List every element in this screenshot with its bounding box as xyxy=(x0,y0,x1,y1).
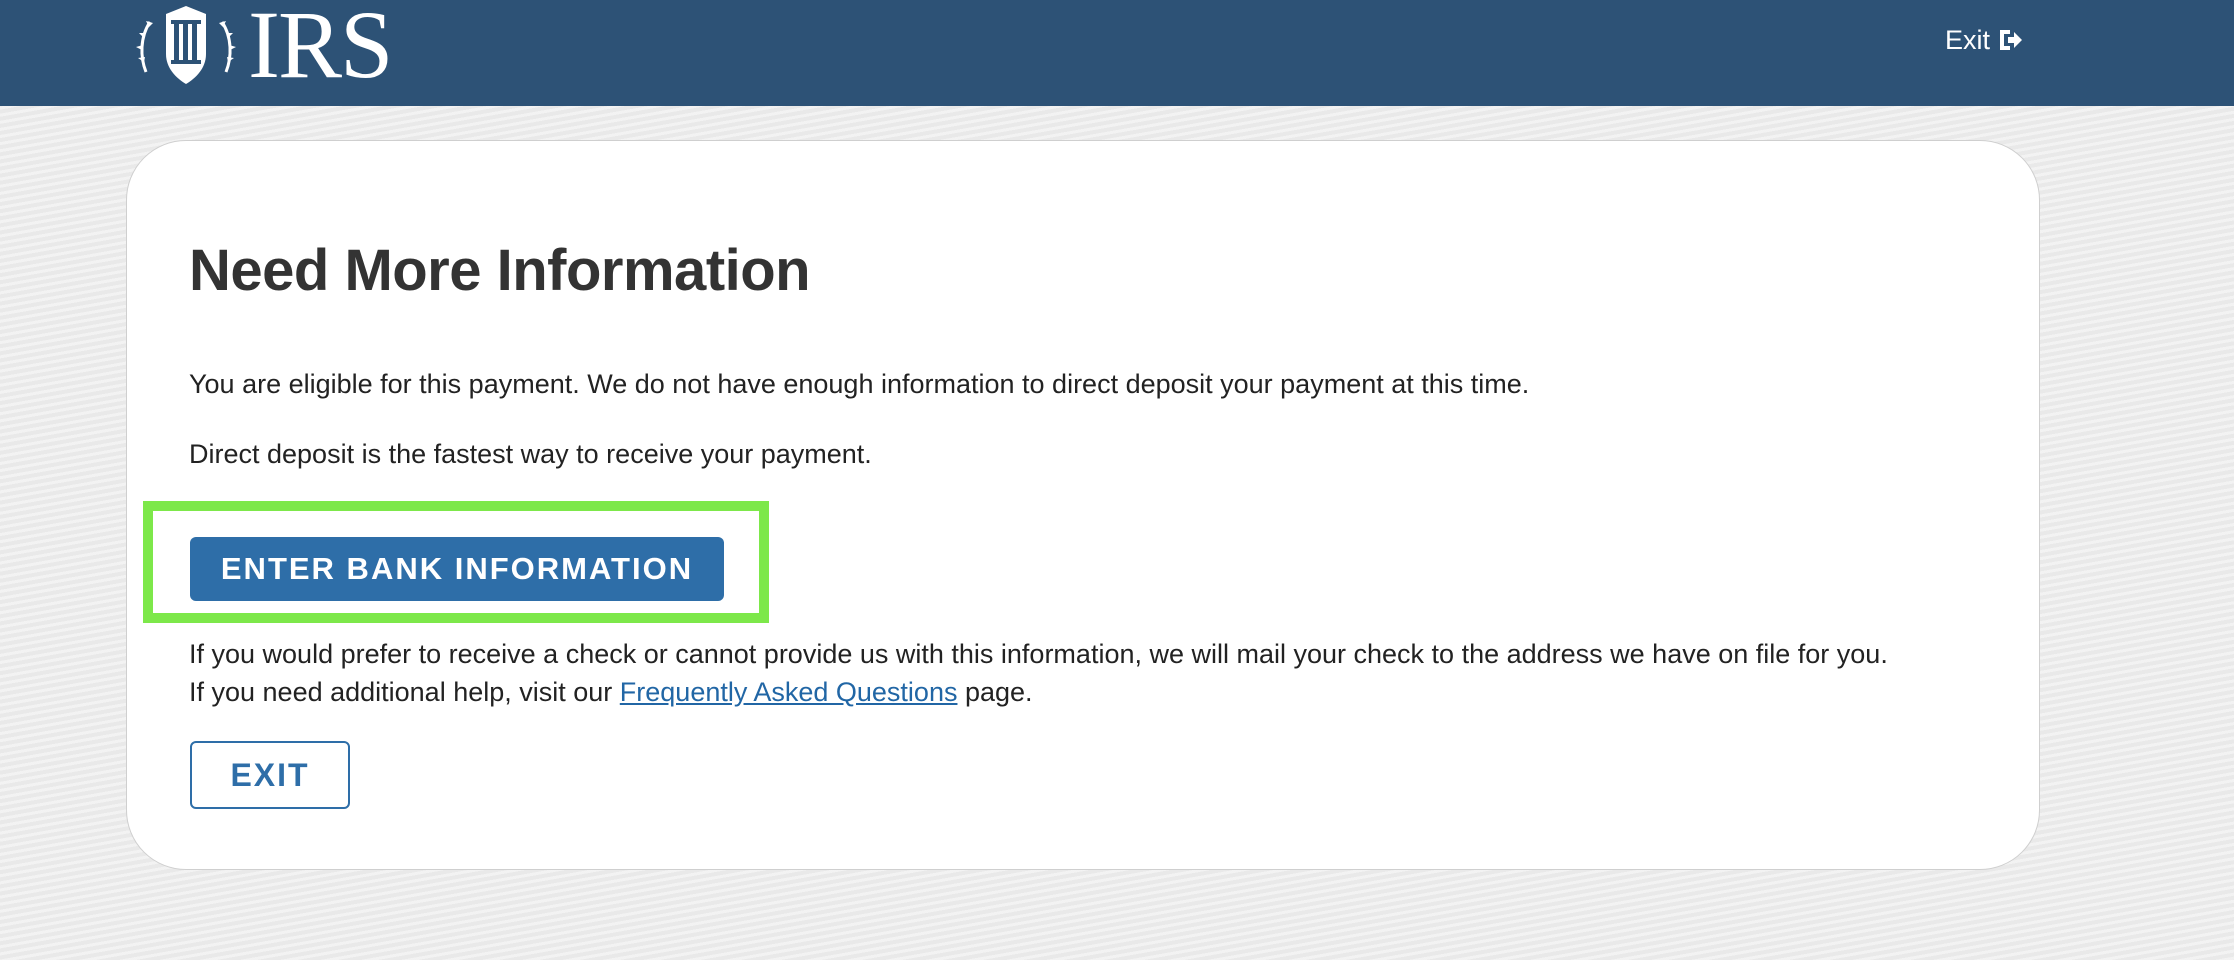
sign-out-icon xyxy=(2000,30,2022,50)
eligibility-message: You are eligible for this payment. We do… xyxy=(189,369,1530,399)
logo-wordmark: IRS xyxy=(248,0,393,98)
enter-bank-information-button[interactable]: ENTER BANK INFORMATION xyxy=(190,537,724,601)
help-message: If you need additional help, visit our F… xyxy=(189,673,1033,711)
irs-eagle-seal-icon xyxy=(136,6,236,84)
top-header-bar: IRS Exit xyxy=(0,0,2234,106)
check-mail-message: If you would prefer to receive a check o… xyxy=(189,639,1888,669)
header-exit-label: Exit xyxy=(1944,24,1990,55)
content-card: Need More Information You are eligible f… xyxy=(126,140,2040,870)
faq-link[interactable]: Frequently Asked Questions xyxy=(620,677,958,707)
page-title: Need More Information xyxy=(189,238,811,303)
help-suffix: page. xyxy=(957,677,1033,707)
exit-button[interactable]: EXIT xyxy=(190,741,350,809)
help-prefix: If you need additional help, visit our xyxy=(189,677,620,707)
irs-logo[interactable]: IRS xyxy=(136,0,393,98)
header-exit-link[interactable]: Exit xyxy=(1945,22,2024,58)
direct-deposit-message: Direct deposit is the fastest way to rec… xyxy=(189,439,872,469)
